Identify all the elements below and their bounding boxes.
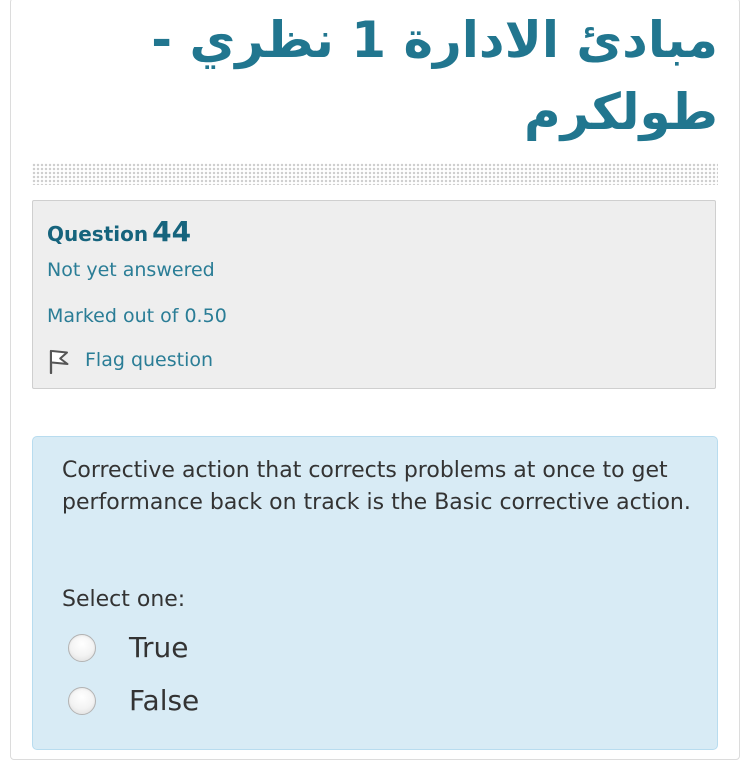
flag-question-label: Flag question bbox=[85, 349, 214, 371]
answer-option-true[interactable]: True bbox=[68, 632, 188, 664]
question-state: Not yet answered bbox=[47, 259, 215, 281]
answer-option-false[interactable]: False bbox=[68, 685, 199, 717]
question-number: 44 bbox=[152, 215, 192, 248]
flag-icon bbox=[47, 346, 73, 374]
radio-true[interactable] bbox=[68, 634, 96, 662]
answer-label-false: False bbox=[129, 684, 200, 717]
select-one-prompt: Select one: bbox=[62, 587, 186, 612]
dotted-divider bbox=[32, 163, 718, 185]
flag-question-button[interactable]: Flag question bbox=[47, 346, 213, 374]
question-heading: Question 44 bbox=[47, 215, 191, 248]
radio-false[interactable] bbox=[68, 687, 96, 715]
answer-label-true: True bbox=[129, 631, 189, 664]
question-text: Corrective action that corrects problems… bbox=[62, 458, 691, 515]
question-grade: Marked out of 0.50 bbox=[47, 305, 227, 327]
question-info-box: Question 44 Not yet answered Marked out o… bbox=[32, 200, 716, 389]
question-word: Question bbox=[47, 222, 149, 246]
course-title: مبادئ الادارة 1 نظري - طولكرم bbox=[151, 11, 718, 141]
question-content: Corrective action that corrects problems… bbox=[32, 436, 718, 750]
